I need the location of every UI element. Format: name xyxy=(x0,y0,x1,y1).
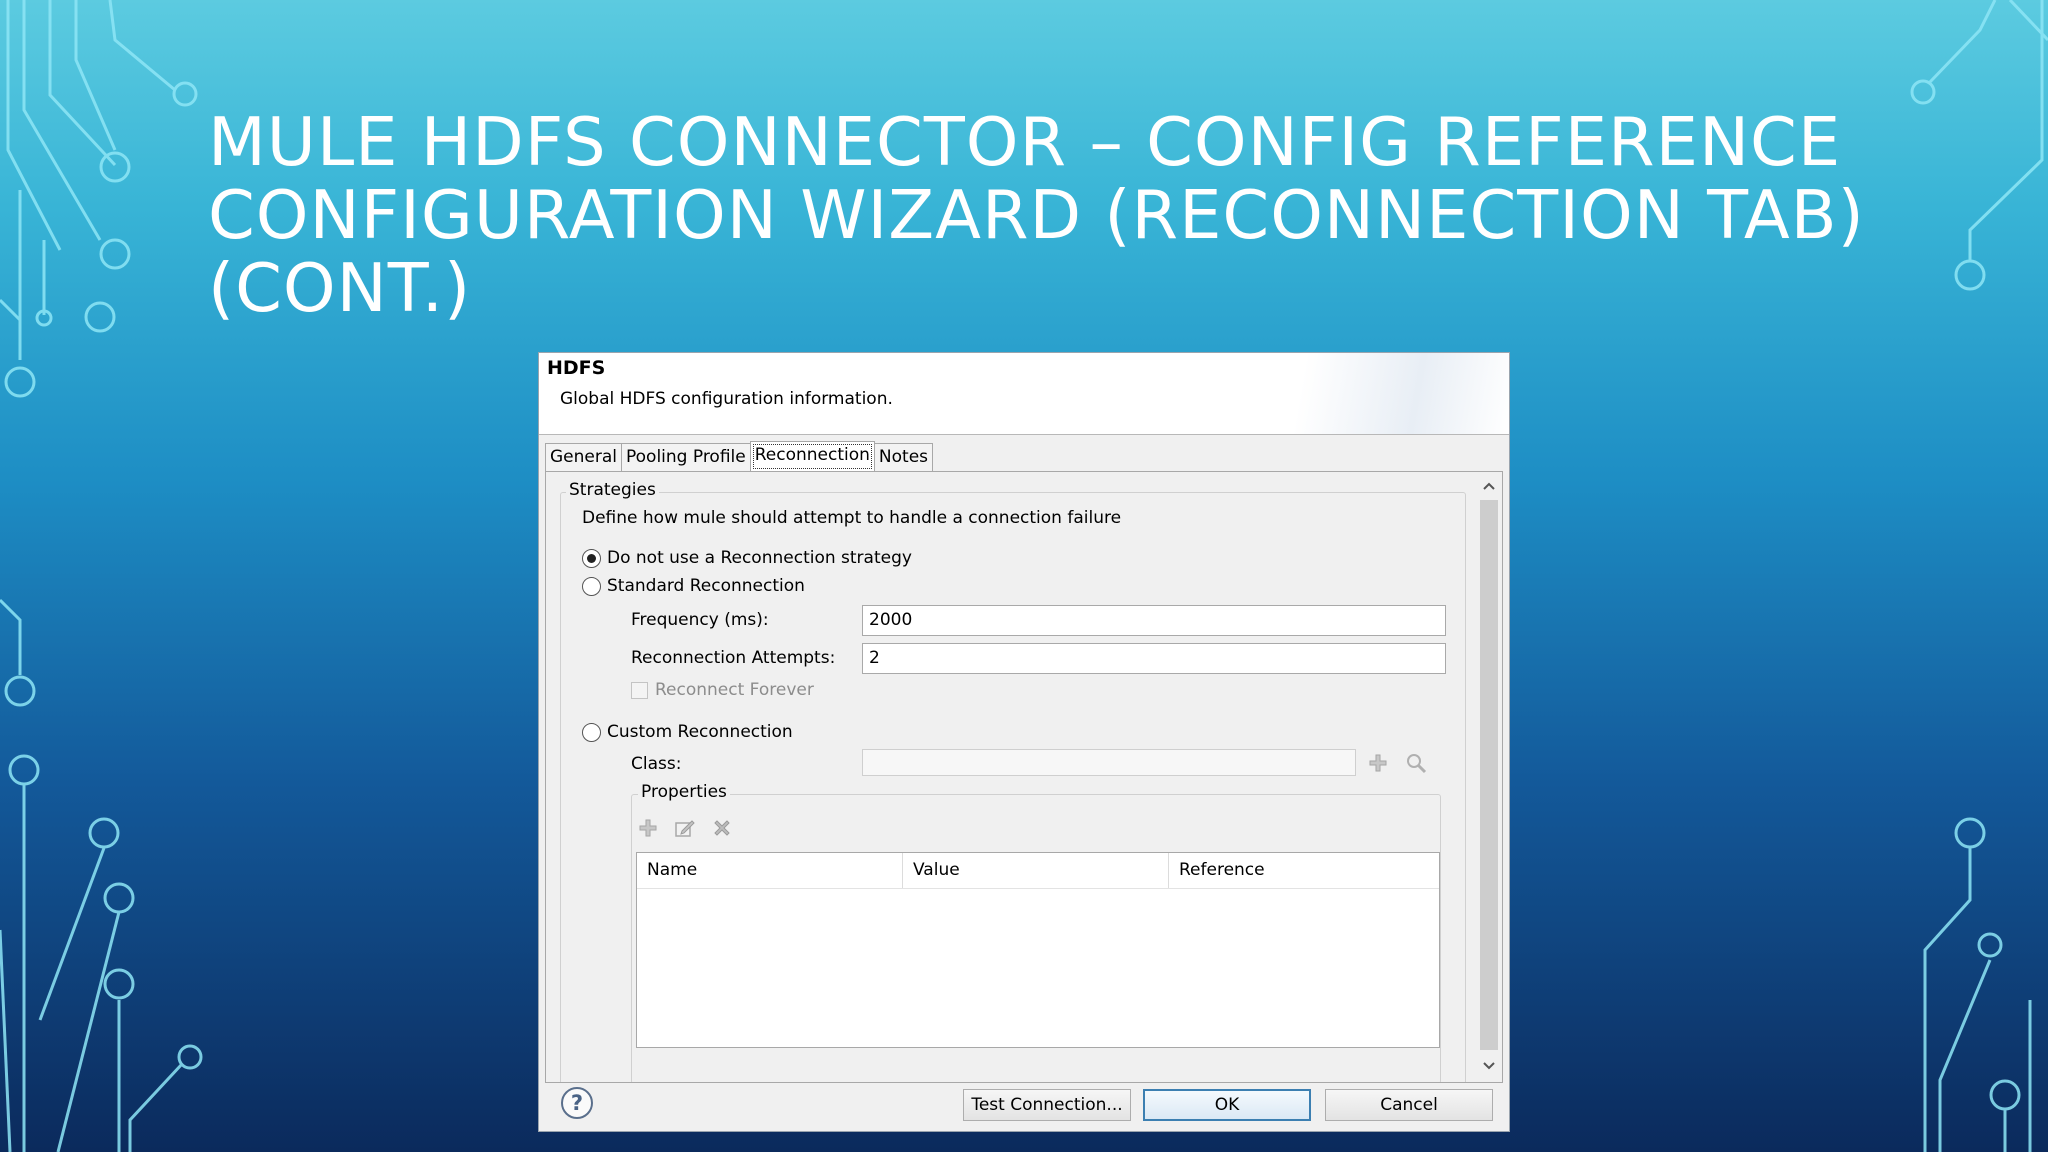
ok-button[interactable]: OK xyxy=(1143,1089,1311,1121)
slide-title: MULE HDFS CONNECTOR – CONFIG REFERENCE C… xyxy=(208,106,1908,325)
slide-title-line-2: CONFIGURATION WIZARD (RECONNECTION TAB) xyxy=(208,176,1865,254)
add-icon xyxy=(639,819,657,837)
edit-property-button[interactable] xyxy=(673,816,697,840)
slide-title-line-1: MULE HDFS CONNECTOR – CONFIG REFERENCE xyxy=(208,103,1842,181)
hdfs-config-dialog: HDFS Global HDFS configuration informati… xyxy=(538,352,1510,1132)
reconnection-attempts-input[interactable]: 2 xyxy=(862,643,1446,674)
radio-button[interactable] xyxy=(582,722,601,742)
class-input[interactable] xyxy=(862,749,1356,776)
tab-reconnection[interactable]: Reconnection xyxy=(749,441,875,472)
radio-custom-reconnection[interactable]: Custom Reconnection xyxy=(582,722,793,742)
frequency-input[interactable]: 2000 xyxy=(862,605,1446,636)
radio-standard-reconnection[interactable]: Standard Reconnection xyxy=(582,576,805,596)
dialog-title: HDFS xyxy=(547,357,606,379)
radio-custom-reconnection-label: Custom Reconnection xyxy=(607,722,793,742)
dialog-header: HDFS Global HDFS configuration informati… xyxy=(539,353,1509,435)
radio-button[interactable] xyxy=(582,576,601,596)
strategies-description: Define how mule should attempt to handle… xyxy=(582,508,1122,528)
radio-no-reconnection[interactable]: Do not use a Reconnection strategy xyxy=(582,548,912,568)
column-header-name[interactable]: Name xyxy=(637,853,903,888)
column-header-value[interactable]: Value xyxy=(903,853,1169,888)
delete-property-button[interactable] xyxy=(710,816,734,840)
search-icon xyxy=(1407,754,1427,774)
test-connection-button[interactable]: Test Connection... xyxy=(963,1089,1131,1121)
scroll-down-icon xyxy=(1483,1062,1495,1070)
slide-title-line-3: (CONT.) xyxy=(208,249,472,327)
properties-table-header: Name Value Reference xyxy=(637,853,1439,889)
dialog-description: Global HDFS configuration information. xyxy=(560,389,893,409)
reconnect-forever-checkbox[interactable]: Reconnect Forever xyxy=(631,680,814,700)
add-property-button[interactable] xyxy=(636,816,660,840)
reconnect-forever-label: Reconnect Forever xyxy=(655,680,814,700)
scroll-up-button[interactable] xyxy=(1479,476,1499,496)
scrollbar-thumb[interactable] xyxy=(1480,500,1498,1050)
class-label: Class: xyxy=(631,754,682,774)
reconnection-attempts-label: Reconnection Attempts: xyxy=(631,648,836,668)
radio-button-selected[interactable] xyxy=(582,548,601,568)
properties-table[interactable]: Name Value Reference xyxy=(636,852,1440,1048)
properties-legend: Properties xyxy=(638,782,730,802)
edit-icon xyxy=(675,820,695,837)
reconnection-panel: Strategies Define how mule should attemp… xyxy=(545,471,1503,1083)
checkbox-box[interactable] xyxy=(631,681,648,699)
tab-general[interactable]: General xyxy=(545,443,622,471)
frequency-label: Frequency (ms): xyxy=(631,610,769,630)
cancel-button[interactable]: Cancel xyxy=(1325,1089,1493,1121)
search-class-button[interactable] xyxy=(1404,751,1428,775)
add-icon xyxy=(1369,754,1387,772)
radio-standard-reconnection-label: Standard Reconnection xyxy=(607,576,805,596)
delete-icon xyxy=(714,820,730,836)
radio-no-reconnection-label: Do not use a Reconnection strategy xyxy=(607,548,912,568)
add-class-button[interactable] xyxy=(1366,751,1390,775)
tab-notes[interactable]: Notes xyxy=(873,443,934,471)
scroll-up-icon xyxy=(1483,482,1495,490)
strategies-legend: Strategies xyxy=(566,480,659,500)
help-icon[interactable]: ? xyxy=(561,1087,593,1119)
panel-scrollbar[interactable] xyxy=(1476,472,1502,1082)
column-header-reference[interactable]: Reference xyxy=(1169,853,1435,888)
tab-bar: General Pooling Profile Reconnection Not… xyxy=(545,441,934,473)
scroll-down-button[interactable] xyxy=(1479,1056,1499,1076)
tab-pooling-profile[interactable]: Pooling Profile xyxy=(621,443,751,471)
